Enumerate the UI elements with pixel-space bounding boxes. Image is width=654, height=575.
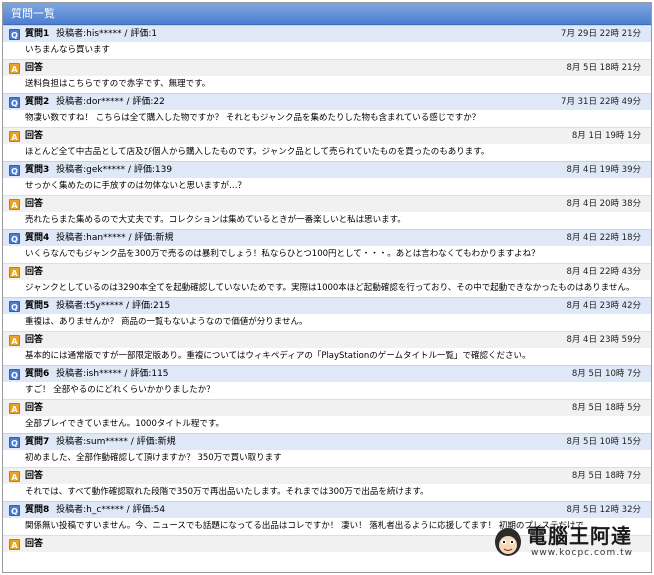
question-header: Q 質問3 投稿者:gek***** / 評価:139 8月 4日 19時 39… [3,161,651,178]
question-poster: 投稿者:gek***** / 評価:139 [56,165,173,175]
question-poster: 投稿者:dor***** / 評価:22 [56,97,165,107]
answer-label: 回答 [25,63,44,73]
question-number: 質問3 [25,165,50,175]
question-number: 質問8 [25,505,50,515]
answer-text: ジャンクとしているのは3290本全てを起動確認していないためです。実際は1000… [3,280,651,297]
watermark-url: www.kocpc.com.tw [531,548,633,558]
question-icon: Q [9,97,20,108]
question-icon: Q [9,233,20,244]
mascot-icon [495,528,521,556]
question-text: いちまんなら買います [3,42,651,59]
answer-header: A 回答 8月 4日 22時 43分 [3,263,651,280]
answer-text: 売れたらまた集めるので大丈夫です。コレクションは集めているときが一番楽しいと私は… [3,212,651,229]
question-poster: 投稿者:h_c***** / 評価:54 [56,505,166,515]
answer-icon: A [9,199,20,210]
question-text: 物凄い数ですね！ こちらは全て購入した物ですか？ それともジャンク品を集めたりし… [3,110,651,127]
answer-icon: A [9,267,20,278]
question-date: 8月 4日 19時 39分 [566,165,641,175]
question-icon: Q [9,301,20,312]
question-header: Q 質問8 投稿者:h_c***** / 評価:54 8月 5日 12時 32分 [3,501,651,518]
watermark-logo: 電腦王阿達 www.kocpc.com.tw [493,520,643,564]
question-date: 8月 4日 22時 18分 [566,233,641,243]
question-text: いくらなんでもジャンク品を300万で売るのは暴利でしょう！私ならひとつ100円と… [3,246,651,263]
answer-text: 基本的には通常版ですが一部限定版あり。重複についてはウィキペディアの「PlayS… [3,348,651,365]
question-number: 質問1 [25,29,50,39]
question-date: 8月 5日 10時 15分 [566,437,641,447]
answer-label: 回答 [25,267,44,277]
answer-date: 8月 1日 19時 1分 [571,131,641,141]
answer-date: 8月 4日 20時 38分 [566,199,641,209]
question-header: Q 質問4 投稿者:han***** / 評価:新規 8月 4日 22時 18分 [3,229,651,246]
question-text: 重複は、ありませんか？ 商品の一覧もないようなので価値が分りません。 [3,314,651,331]
answer-icon: A [9,131,20,142]
answer-icon: A [9,539,20,550]
question-poster: 投稿者:t5y***** / 評価:215 [56,301,171,311]
answer-date: 8月 5日 18時 7分 [571,471,641,481]
question-poster: 投稿者:han***** / 評価:新規 [56,233,174,243]
question-date: 7月 31日 22時 49分 [561,97,641,107]
answer-header: A 回答 8月 5日 18時 21分 [3,59,651,76]
answer-text: ほとんど全て中古品として店及び個人から購入したものです。ジャンク品として売られて… [3,144,651,161]
answer-header: A 回答 8月 4日 23時 59分 [3,331,651,348]
answer-label: 回答 [25,131,44,141]
answer-label: 回答 [25,471,44,481]
answer-label: 回答 [25,403,44,413]
question-text: せっかく集めたのに手放すのは勿体ないと思いますが…？ [3,178,651,195]
question-date: 8月 4日 23時 42分 [566,301,641,311]
question-header: Q 質問6 投稿者:ish***** / 評価:115 8月 5日 10時 7分 [3,365,651,382]
question-number: 質問7 [25,437,50,447]
answer-icon: A [9,471,20,482]
answer-label: 回答 [25,199,44,209]
answer-header: A 回答 8月 1日 19時 1分 [3,127,651,144]
answer-header: A 回答 8月 5日 18時 5分 [3,399,651,416]
answer-label: 回答 [25,539,44,549]
answer-icon: A [9,335,20,346]
question-date: 7月 29日 22時 21分 [561,29,641,39]
question-poster: 投稿者:ish***** / 評価:115 [56,369,169,379]
question-icon: Q [9,505,20,516]
answer-text: 送料負担はこちらですので赤字です、無理です。 [3,76,651,93]
question-header: Q 質問1 投稿者:his***** / 評価:1 7月 29日 22時 21分 [3,25,651,42]
question-icon: Q [9,437,20,448]
question-date: 8月 5日 10時 7分 [571,369,641,379]
watermark-brand: 電腦王阿達 [527,524,632,548]
question-list-panel: 質問一覧 Q 質問1 投稿者:his***** / 評価:1 7月 29日 22… [2,2,652,573]
panel-title: 質問一覧 [3,3,651,25]
answer-header: A 回答 8月 4日 20時 38分 [3,195,651,212]
question-number: 質問5 [25,301,50,311]
question-poster: 投稿者:sum***** / 評価:新規 [56,437,176,447]
answer-date: 8月 4日 22時 43分 [566,267,641,277]
question-text: すご！ 全部やるのにどれくらいかかりましたか？ [3,382,651,399]
question-number: 質問2 [25,97,50,107]
answer-date: 8月 5日 18時 21分 [566,63,641,73]
question-icon: Q [9,165,20,176]
answer-date: 8月 4日 23時 59分 [566,335,641,345]
question-header: Q 質問2 投稿者:dor***** / 評価:22 7月 31日 22時 49… [3,93,651,110]
answer-icon: A [9,63,20,74]
answer-text: 全部プレイできていません。1000タイトル程です。 [3,416,651,433]
question-number: 質問6 [25,369,50,379]
answer-label: 回答 [25,335,44,345]
question-date: 8月 5日 12時 32分 [566,505,641,515]
question-icon: Q [9,369,20,380]
answer-text: それでは、すべて動作確認取れた段階で350万で再出品いたします。それまでは300… [3,484,651,501]
question-header: Q 質問7 投稿者:sum***** / 評価:新規 8月 5日 10時 15分 [3,433,651,450]
question-header: Q 質問5 投稿者:t5y***** / 評価:215 8月 4日 23時 42… [3,297,651,314]
question-icon: Q [9,29,20,40]
question-list: Q 質問1 投稿者:his***** / 評価:1 7月 29日 22時 21分… [3,25,651,552]
question-poster: 投稿者:his***** / 評価:1 [56,29,158,39]
answer-icon: A [9,403,20,414]
answer-header: A 回答 8月 5日 18時 7分 [3,467,651,484]
question-text: 初めました、全部作動確認して頂けますか？ 350万で買い取ります [3,450,651,467]
question-number: 質問4 [25,233,50,243]
answer-date: 8月 5日 18時 5分 [571,403,641,413]
